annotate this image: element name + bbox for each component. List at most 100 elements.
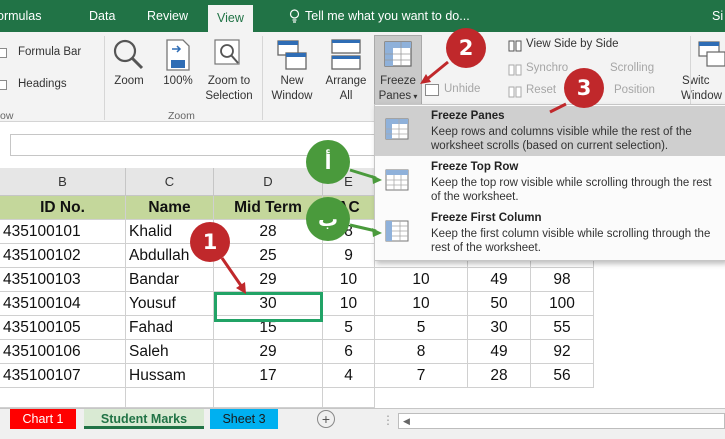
cell-ac[interactable]: 10 [323,292,375,316]
tab-formulas[interactable]: ormulas [0,0,41,32]
tab-signin-fragment[interactable]: Si [712,0,723,32]
tab-data[interactable]: Data [89,0,115,32]
column-header-d[interactable]: D [214,168,323,196]
header-id[interactable]: ID No. [0,196,126,220]
menu-item-description: Keep the top row visible while scrolling… [431,177,712,203]
cell-id[interactable]: 435100107 [0,364,126,388]
menu-item-freeze-top-row[interactable]: Freeze Top Row Keep the top row visible … [375,157,725,207]
cell-ac[interactable]: 9 [323,244,375,268]
step-marker-1: 1 [190,222,230,262]
freeze-panes-line2: Panes [378,90,412,102]
cell-mid-term[interactable]: 29 [214,268,323,292]
cell-empty[interactable] [126,388,214,408]
sync-scrolling-label-2: Scrolling [610,62,655,74]
tab-splitter-icon[interactable]: ⋮ [382,413,394,427]
cell-empty[interactable] [0,388,126,408]
switch-windows-line1: Switc [682,75,710,87]
horizontal-scrollbar[interactable]: ◀ [398,413,725,429]
cell-g[interactable]: 49 [468,268,531,292]
zoom-group-label: Zoom [168,110,195,122]
zoom-to-selection-icon [214,39,240,65]
cell-id[interactable]: 435100106 [0,340,126,364]
zoom-to-selection-line2: Selection [205,90,253,102]
cell-empty[interactable] [323,388,375,408]
add-sheet-button[interactable]: + [317,410,335,428]
switch-windows-button[interactable]: Switc Window [679,74,725,104]
sheet-tab-student-marks[interactable]: Student Marks [84,409,204,429]
ribbon-tab-bar: ormulas Data Review View Tell me what yo… [0,0,725,32]
arrange-all-line1: Arrange [325,75,367,87]
unhide-button[interactable]: Unhide [444,83,480,95]
cell-f[interactable]: 8 [375,340,468,364]
header-name[interactable]: Name [126,196,214,220]
zoom-100-button[interactable]: 100% [156,74,200,89]
zoom-to-selection-line1: Zoom to [207,75,251,87]
cell-name[interactable]: Bandar [126,268,214,292]
view-side-by-side-button[interactable]: View Side by Side [526,38,618,50]
arrange-all-button[interactable]: Arrange All [320,74,372,104]
freeze-panes-button[interactable]: Freeze Panes ▾ [374,35,422,107]
cell-empty[interactable] [214,388,323,408]
freeze-panes-line1: Freeze [380,75,416,87]
tell-me-search[interactable]: Tell me what you want to do... [305,0,470,32]
cell-mid-term[interactable]: 25 [214,244,323,268]
cell-h[interactable]: 100 [531,292,594,316]
freeze-panes-icon [384,41,412,67]
cell-ac[interactable]: 5 [323,316,375,340]
cell-name[interactable]: Hussam [126,364,214,388]
cell-mid-term[interactable]: 29 [214,340,323,364]
zoom-button[interactable]: Zoom [105,74,153,89]
headings-checkbox[interactable] [0,80,7,90]
view-side-by-side-icon [508,40,522,52]
cell-h[interactable]: 56 [531,364,594,388]
menu-item-freeze-first-column[interactable]: Freeze First Column Keep the first colum… [375,208,725,258]
cell-g[interactable]: 49 [468,340,531,364]
cell-name[interactable]: Fahad [126,316,214,340]
cell-id[interactable]: 435100103 [0,268,126,292]
tab-review[interactable]: Review [147,0,188,32]
cell-f[interactable]: 10 [375,292,468,316]
sync-scrolling-label-1[interactable]: Synchro [526,62,568,74]
cell-g[interactable]: 30 [468,316,531,340]
selected-cell-outline [214,292,323,322]
zoom-to-selection-button[interactable]: Zoom to Selection [198,74,260,104]
show-group-label: ow [0,110,14,122]
tab-view[interactable]: View [208,5,253,32]
menu-item-title: Freeze Panes [431,110,505,122]
cell-h[interactable]: 55 [531,316,594,340]
cell-h[interactable]: 92 [531,340,594,364]
cell-ac[interactable]: 6 [323,340,375,364]
cell-f[interactable]: 10 [375,268,468,292]
freeze-panes-label: Freeze Panes ▾ [375,74,421,104]
cell-id[interactable]: 435100105 [0,316,126,340]
formula-bar-checkbox[interactable] [0,48,7,58]
sheet-tab-sheet-3[interactable]: Sheet 3 [210,409,278,429]
cell-mid-term[interactable]: 17 [214,364,323,388]
reset-position-label-1[interactable]: Reset [526,84,556,96]
cell-f[interactable]: 5 [375,316,468,340]
sheet-tab-chart-1[interactable]: Chart 1 [10,409,76,429]
menu-item-freeze-panes[interactable]: Freeze Panes Keep rows and columns visib… [375,106,725,156]
new-window-button[interactable]: New Window [266,74,318,104]
cell-ac[interactable]: 4 [323,364,375,388]
cell-g[interactable]: 50 [468,292,531,316]
column-header-b[interactable]: B [0,168,126,196]
cell-g[interactable]: 28 [468,364,531,388]
cell-id[interactable]: 435100104 [0,292,126,316]
scroll-left-icon[interactable]: ◀ [403,414,410,428]
cell-name[interactable]: Yousuf [126,292,214,316]
lightbulb-icon [289,9,300,23]
step-marker-2: 2 [446,28,486,68]
freeze-panes-icon [385,118,409,140]
reset-position-label-2: Position [614,84,655,96]
formula-bar-label: Formula Bar [18,46,82,58]
cell-name[interactable]: Saleh [126,340,214,364]
cell-ac[interactable]: 10 [323,268,375,292]
cell-id[interactable]: 435100102 [0,244,126,268]
menu-item-description: Keep the first column visible while scro… [431,228,711,254]
cell-id[interactable]: 435100101 [0,220,126,244]
cell-h[interactable]: 98 [531,268,594,292]
cell-f[interactable]: 7 [375,364,468,388]
new-window-icon [277,40,307,70]
column-header-c[interactable]: C [126,168,214,196]
